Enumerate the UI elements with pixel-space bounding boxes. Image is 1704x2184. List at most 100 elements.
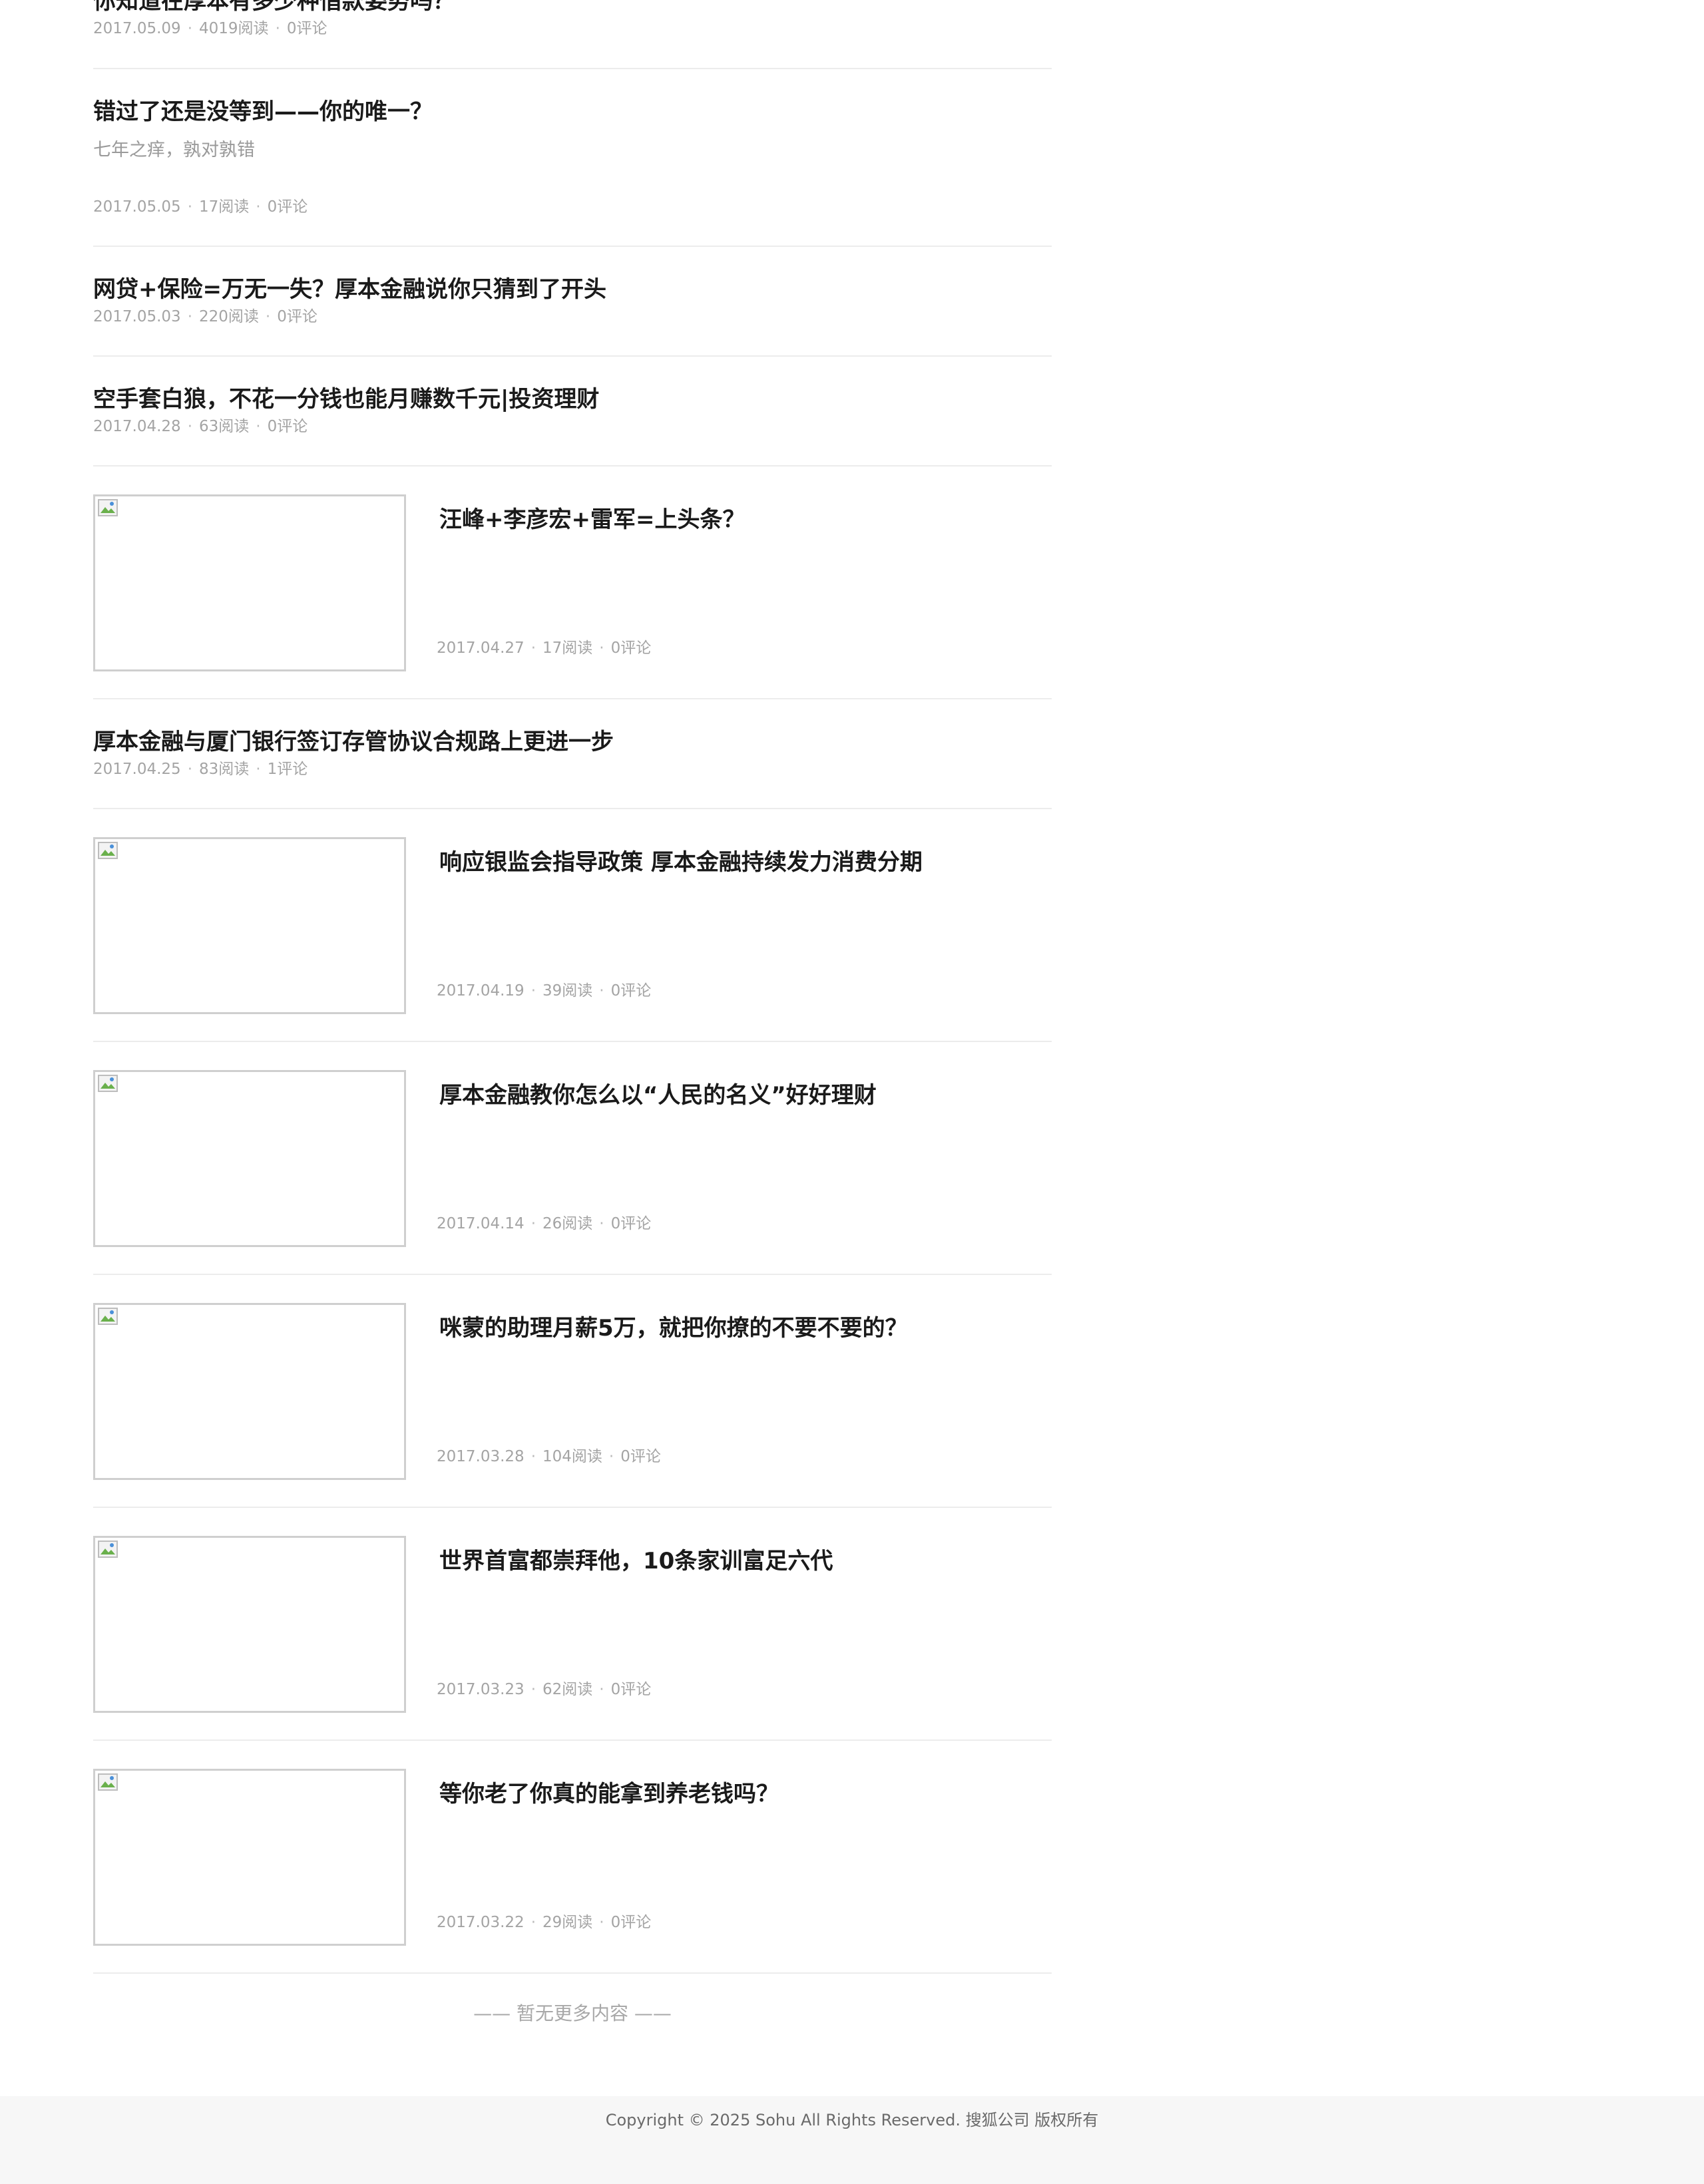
meta-separator: ·: [531, 639, 536, 657]
broken-image-icon: [98, 1541, 118, 1558]
article-item[interactable]: 厚本金融与厦门银行签订存管协议合规路上更进一步 2017.04.25 · 83阅读 ·…: [93, 699, 1052, 809]
article-date: 2017.05.03: [93, 308, 181, 325]
article-reads: 17阅读: [542, 639, 593, 657]
broken-image-icon: [98, 1773, 118, 1791]
broken-image-icon: [98, 842, 118, 859]
meta-separator: ·: [608, 1448, 614, 1465]
article-date: 2017.05.05: [93, 198, 181, 216]
meta-separator: ·: [531, 1215, 536, 1232]
article-title[interactable]: 厚本金融教你怎么以“人民的名义”好好理财: [439, 1081, 877, 1110]
article-meta: 2017.03.22 · 29阅读 · 0评论: [437, 1912, 651, 1932]
article-meta: 2017.03.28 · 104阅读 · 0评论: [437, 1447, 661, 1467]
article-comments: 0评论: [610, 1215, 652, 1232]
article-summary: 七年之痒，孰对孰错: [93, 140, 255, 160]
article-comments: 0评论: [610, 1681, 652, 1698]
article-title[interactable]: 咪蒙的助理月薪5万，就把你撩的不要不要的？: [439, 1314, 908, 1343]
article-meta: 2017.04.14 · 26阅读 · 0评论: [437, 1214, 651, 1234]
article-reads: 4019阅读: [199, 20, 269, 37]
meta-separator: ·: [187, 308, 193, 325]
article-comments: 0评论: [267, 418, 308, 435]
article-meta: 2017.04.19 · 39阅读 · 0评论: [437, 981, 651, 1001]
article-comments: 0评论: [267, 198, 308, 216]
article-thumbnail[interactable]: [93, 1769, 406, 1946]
article-title[interactable]: 空手套白狼，不花一分钱也能月赚数千元|投资理财: [93, 385, 599, 414]
meta-separator: ·: [256, 418, 261, 435]
article-item[interactable]: 错过了还是没等到——你的唯一？ 七年之痒，孰对孰错 2017.05.05 · 17阅…: [93, 69, 1052, 247]
article-item[interactable]: 响应银监会指导政策 厚本金融持续发力消费分期 2017.04.19 · 39阅读 · 0…: [93, 809, 1052, 1042]
page-footer: Copyright © 2025 Sohu All Rights Reserve…: [0, 2096, 1704, 2184]
article-title[interactable]: 汪峰+李彦宏+雷军=上头条？: [439, 505, 745, 534]
article-thumbnail[interactable]: [93, 837, 406, 1014]
article-reads: 26阅读: [542, 1215, 593, 1232]
article-thumbnail[interactable]: [93, 1303, 406, 1480]
article-comments: 0评论: [286, 20, 327, 37]
meta-separator: ·: [265, 308, 271, 325]
meta-separator: ·: [599, 1914, 604, 1931]
article-reads: 83阅读: [199, 761, 250, 778]
meta-separator: ·: [599, 982, 604, 1000]
meta-separator: ·: [531, 982, 536, 1000]
article-title[interactable]: 错过了还是没等到——你的唯一？: [93, 97, 433, 126]
article-title[interactable]: 网贷+保险=万无一失？厚本金融说你只猜到了开头: [93, 275, 606, 304]
article-item[interactable]: 等你老了你真的能拿到养老钱吗？ 2017.03.22 · 29阅读 · 0评论: [93, 1741, 1052, 1974]
article-reads: 220阅读: [199, 308, 259, 325]
article-item[interactable]: 网贷+保险=万无一失？厚本金融说你只猜到了开头 2017.05.03 · 220阅读…: [93, 247, 1052, 357]
article-item[interactable]: 汪峰+李彦宏+雷军=上头条？ 2017.04.27 · 17阅读 · 0评论: [93, 466, 1052, 699]
article-reads: 63阅读: [199, 418, 250, 435]
meta-separator: ·: [275, 20, 280, 37]
article-meta: 2017.05.05 · 17阅读 · 0评论: [93, 197, 308, 217]
article-thumbnail[interactable]: [93, 1536, 406, 1713]
article-thumbnail[interactable]: [93, 494, 406, 671]
article-date: 2017.04.25: [93, 761, 181, 778]
meta-separator: ·: [599, 1215, 604, 1232]
broken-image-icon: [98, 1075, 118, 1092]
article-reads: 39阅读: [542, 982, 593, 1000]
article-comments: 1评论: [267, 761, 308, 778]
meta-separator: ·: [531, 1448, 536, 1465]
article-date: 2017.04.14: [437, 1215, 525, 1232]
article-title[interactable]: 等你老了你真的能拿到养老钱吗？: [439, 1779, 779, 1809]
article-meta: 2017.03.23 · 62阅读 · 0评论: [437, 1680, 651, 1700]
meta-separator: ·: [187, 198, 193, 216]
article-title[interactable]: 你知道在厚本有多少种借款姿势吗？: [93, 0, 455, 16]
meta-separator: ·: [531, 1914, 536, 1931]
article-date: 2017.03.22: [437, 1914, 525, 1931]
meta-separator: ·: [531, 1681, 536, 1698]
article-item[interactable]: 世界首富都崇拜他，10条家训富足六代 2017.03.23 · 62阅读 · 0评论: [93, 1508, 1052, 1741]
meta-separator: ·: [187, 418, 193, 435]
article-item[interactable]: 咪蒙的助理月薪5万，就把你撩的不要不要的？ 2017.03.28 · 104阅读 · 0…: [93, 1275, 1052, 1508]
article-reads: 29阅读: [542, 1914, 593, 1931]
article-meta: 2017.05.03 · 220阅读 · 0评论: [93, 307, 318, 327]
meta-separator: ·: [599, 639, 604, 657]
article-comments: 0评论: [610, 1914, 652, 1931]
article-reads: 62阅读: [542, 1681, 593, 1698]
article-date: 2017.03.28: [437, 1448, 525, 1465]
article-title[interactable]: 响应银监会指导政策 厚本金融持续发力消费分期: [439, 848, 923, 877]
article-title[interactable]: 世界首富都崇拜他，10条家训富足六代: [439, 1547, 833, 1576]
copyright-text: Copyright © 2025 Sohu All Rights Reserve…: [605, 2111, 1099, 2129]
article-title[interactable]: 厚本金融与厦门银行签订存管协议合规路上更进一步: [93, 727, 614, 757]
article-date: 2017.05.09: [93, 20, 181, 37]
article-date: 2017.04.19: [437, 982, 525, 1000]
article-comments: 0评论: [610, 982, 652, 1000]
article-date: 2017.04.27: [437, 639, 525, 657]
article-meta: 2017.04.28 · 63阅读 · 0评论: [93, 417, 308, 437]
article-meta: 2017.04.27 · 17阅读 · 0评论: [437, 638, 651, 658]
article-meta: 2017.04.25 · 83阅读 · 1评论: [93, 759, 308, 779]
article-reads: 17阅读: [199, 198, 250, 216]
broken-image-icon: [98, 1308, 118, 1325]
article-comments: 0评论: [610, 639, 652, 657]
article-meta: 2017.05.09 · 4019阅读 · 0评论: [93, 19, 327, 39]
article-date: 2017.03.23: [437, 1681, 525, 1698]
article-reads: 104阅读: [542, 1448, 602, 1465]
article-thumbnail[interactable]: [93, 1070, 406, 1247]
article-item[interactable]: 空手套白狼，不花一分钱也能月赚数千元|投资理财 2017.04.28 · 63阅读 ·…: [93, 357, 1052, 466]
article-item[interactable]: 厚本金融教你怎么以“人民的名义”好好理财 2017.04.14 · 26阅读 · 0评论: [93, 1042, 1052, 1275]
meta-separator: ·: [187, 20, 193, 37]
meta-separator: ·: [256, 198, 261, 216]
broken-image-icon: [98, 499, 118, 516]
article-item[interactable]: 你知道在厚本有多少种借款姿势吗？ 2017.05.09 · 4019阅读 · 0评论: [93, 0, 1052, 69]
meta-separator: ·: [599, 1681, 604, 1698]
meta-separator: ·: [256, 761, 261, 778]
no-more-content-note: —— 暂无更多内容 ——: [473, 2002, 672, 2024]
